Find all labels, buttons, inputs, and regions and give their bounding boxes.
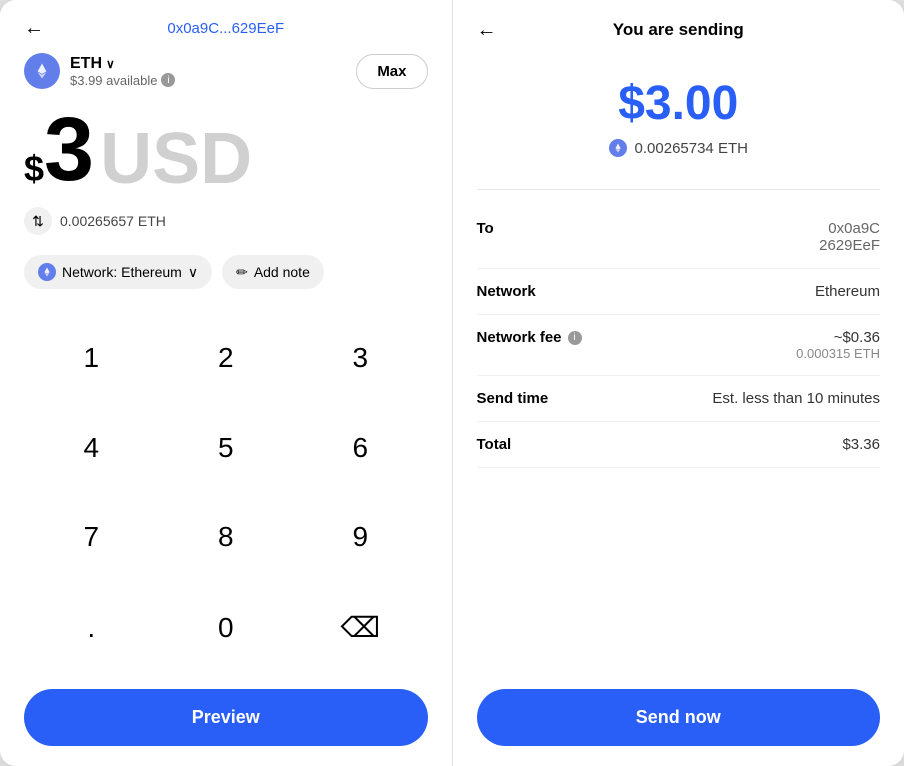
preview-button[interactable]: Preview	[24, 689, 428, 746]
network-label: Network: Ethereum	[62, 264, 182, 280]
amount-currency: USD	[100, 123, 252, 195]
fee-row: Network fee i ~$0.36 0.000315 ETH	[477, 315, 881, 376]
eth-icon	[24, 53, 60, 89]
numpad-2[interactable]: 2	[159, 313, 294, 403]
numpad-1[interactable]: 1	[24, 313, 159, 403]
fee-value-block: ~$0.36 0.000315 ETH	[796, 329, 880, 361]
token-details: ETH ∨ $3.99 available i	[70, 55, 175, 88]
left-header: ← 0x0a9C...629EeF	[24, 20, 428, 37]
numpad-0[interactable]: 0	[159, 582, 294, 673]
wallet-address[interactable]: 0x0a9C...629EeF	[167, 20, 284, 37]
fee-usd: ~$0.36	[834, 329, 880, 346]
network-row: Network Ethereum	[477, 269, 881, 315]
sending-usd: $3.00	[477, 76, 881, 131]
numpad-backspace[interactable]: ⌫	[293, 582, 428, 673]
to-address-line1: 0x0a9C	[819, 220, 880, 237]
eth-mini-icon	[38, 263, 56, 281]
network-detail-value: Ethereum	[815, 283, 880, 300]
eth-equivalent-row: ⇅ 0.00265657 ETH	[24, 207, 428, 235]
add-note-label: Add note	[254, 264, 310, 280]
numpad-dot[interactable]: .	[24, 582, 159, 673]
token-name[interactable]: ETH ∨	[70, 55, 175, 73]
sending-amount: $3.00 0.00265734 ETH	[477, 76, 881, 157]
to-row: To 0x0a9C 2629EeF	[477, 206, 881, 269]
send-time-value: Est. less than 10 minutes	[712, 390, 880, 407]
network-button[interactable]: Network: Ethereum ∨	[24, 255, 212, 289]
eth-amount: 0.00265657 ETH	[60, 213, 166, 229]
total-row: Total $3.36	[477, 422, 881, 468]
amount-number: 3	[44, 105, 94, 195]
right-back-button[interactable]: ←	[477, 19, 497, 42]
options-row: Network: Ethereum ∨ ✏ Add note	[24, 255, 428, 289]
numpad: 1 2 3 4 5 6 7 8 9 . 0 ⌫	[24, 313, 428, 673]
numpad-6[interactable]: 6	[293, 403, 428, 493]
numpad-9[interactable]: 9	[293, 493, 428, 583]
token-available: $3.99 available i	[70, 73, 175, 88]
max-button[interactable]: Max	[356, 54, 427, 89]
total-label: Total	[477, 436, 512, 453]
divider	[477, 189, 881, 190]
to-address-line2: 2629EeF	[819, 237, 880, 254]
token-row: ETH ∨ $3.99 available i Max	[24, 53, 428, 89]
fee-eth: 0.000315 ETH	[796, 346, 880, 361]
numpad-8[interactable]: 8	[159, 493, 294, 583]
numpad-4[interactable]: 4	[24, 403, 159, 493]
add-note-button[interactable]: ✏ Add note	[222, 255, 324, 289]
dollar-sign: $	[24, 151, 44, 187]
send-time-row: Send time Est. less than 10 minutes	[477, 376, 881, 422]
send-time-label: Send time	[477, 390, 549, 407]
token-info: ETH ∨ $3.99 available i	[24, 53, 175, 89]
fee-info-icon[interactable]: i	[568, 331, 582, 345]
swap-icon[interactable]: ⇅	[24, 207, 52, 235]
pencil-icon: ✏	[236, 264, 248, 281]
sending-eth-icon	[609, 139, 627, 157]
right-title: You are sending	[613, 20, 744, 40]
total-value: $3.36	[842, 436, 880, 453]
left-back-button[interactable]: ←	[24, 17, 44, 40]
numpad-5[interactable]: 5	[159, 403, 294, 493]
network-detail-label: Network	[477, 283, 536, 300]
to-address: 0x0a9C 2629EeF	[819, 220, 880, 254]
amount-display: $ 3 USD	[24, 101, 428, 199]
fee-label-container: Network fee i	[477, 329, 582, 346]
to-label: To	[477, 220, 494, 237]
fee-label: Network fee	[477, 329, 562, 346]
token-chevron-icon: ∨	[106, 57, 115, 71]
send-now-button[interactable]: Send now	[477, 689, 881, 746]
sending-eth: 0.00265734 ETH	[477, 139, 881, 157]
info-icon[interactable]: i	[161, 73, 175, 87]
network-chevron-icon: ∨	[188, 264, 198, 281]
right-header: ← You are sending	[477, 20, 881, 40]
numpad-3[interactable]: 3	[293, 313, 428, 403]
numpad-7[interactable]: 7	[24, 493, 159, 583]
